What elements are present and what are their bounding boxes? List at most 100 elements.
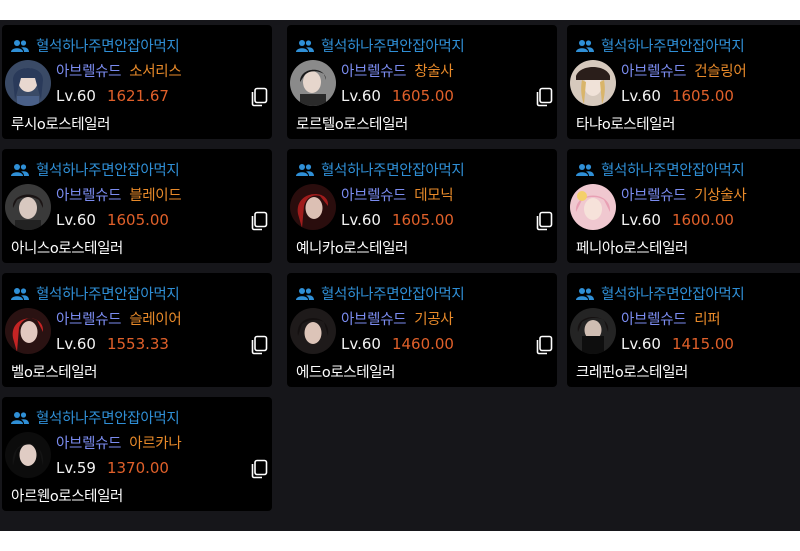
class-name: 슬레이어: [129, 312, 182, 328]
guild-name: 혈석하나주면안잡아먹지: [321, 163, 465, 179]
item-level: 1621.67: [106, 87, 169, 105]
character-list-panel: 혈석하나주면안잡아먹지 아브렐슈드 소서리스 Lv.60 1621.67 루시o로스…: [0, 20, 800, 531]
guild-line: 혈석하나주면안잡아먹지: [576, 283, 745, 304]
class-name: 데모닉: [414, 188, 454, 204]
server-name: 아브렐슈드: [621, 64, 687, 80]
people-icon: [296, 287, 314, 300]
class-name: 기공사: [414, 312, 454, 328]
people-icon: [576, 39, 594, 52]
guild-line: 혈석하나주면안잡아먹지: [11, 159, 180, 180]
class-name: 건슬링어: [694, 64, 747, 80]
character-card[interactable]: 혈석하나주면안잡아먹지 아브렐슈드 블레이드 Lv.60 1605.00 아니스o로…: [2, 149, 272, 263]
character-level: Lv.60: [56, 335, 96, 353]
character-card[interactable]: 혈석하나주면안잡아먹지 아브렐슈드 기공사 Lv.60 1460.00 에드o로스테…: [287, 273, 557, 387]
character-avatar: [5, 308, 51, 354]
class-name: 리퍼: [694, 312, 721, 328]
item-level: 1605.00: [391, 211, 454, 229]
character-level: Lv.60: [621, 211, 661, 229]
character-name: 크레핀o로스테일러: [576, 365, 688, 381]
guild-name: 혈석하나주면안잡아먹지: [601, 39, 745, 55]
class-name: 소서리스: [129, 64, 182, 80]
character-card[interactable]: 혈석하나주면안잡아먹지 아브렐슈드 기상술사 Lv.60 1600.00 페니아o로…: [567, 149, 800, 263]
guild-name: 혈석하나주면안잡아먹지: [36, 163, 180, 179]
guild-name: 혈석하나주면안잡아먹지: [36, 39, 180, 55]
people-icon: [11, 39, 29, 52]
item-level: 1553.33: [106, 335, 169, 353]
people-icon: [576, 287, 594, 300]
guild-line: 혈석하나주면안잡아먹지: [576, 35, 745, 56]
copy-icon[interactable]: [535, 87, 553, 107]
character-avatar: [570, 60, 616, 106]
character-level: Lv.60: [56, 211, 96, 229]
guild-line: 혈석하나주면안잡아먹지: [296, 35, 465, 56]
server-name: 아브렐슈드: [56, 436, 122, 452]
people-icon: [11, 411, 29, 424]
copy-icon[interactable]: [535, 211, 553, 231]
server-name: 아브렐슈드: [341, 312, 407, 328]
item-level: 1600.00: [671, 211, 734, 229]
character-name: 페니아o로스테일러: [576, 241, 688, 257]
character-card[interactable]: 혈석하나주면안잡아먹지 아브렐슈드 창술사 Lv.60 1605.00 로르텔o로스…: [287, 25, 557, 139]
character-avatar: [290, 184, 336, 230]
class-name: 아르카나: [129, 436, 182, 452]
server-name: 아브렐슈드: [341, 64, 407, 80]
class-name: 기상술사: [694, 188, 747, 204]
character-card[interactable]: 혈석하나주면안잡아먹지 아브렐슈드 아르카나 Lv.59 1370.00 아르웬o로…: [2, 397, 272, 511]
people-icon: [296, 39, 314, 52]
character-avatar: [290, 60, 336, 106]
character-card[interactable]: 혈석하나주면안잡아먹지 아브렐슈드 소서리스 Lv.60 1621.67 루시o로스…: [2, 25, 272, 139]
character-avatar: [5, 432, 51, 478]
character-level: Lv.60: [621, 335, 661, 353]
guild-line: 혈석하나주면안잡아먹지: [296, 159, 465, 180]
guild-line: 혈석하나주면안잡아먹지: [11, 35, 180, 56]
guild-line: 혈석하나주면안잡아먹지: [296, 283, 465, 304]
character-avatar: [570, 184, 616, 230]
character-card[interactable]: 혈석하나주면안잡아먹지 아브렐슈드 건슬링어 Lv.60 1605.00 타냐o로스…: [567, 25, 800, 139]
people-icon: [576, 163, 594, 176]
guild-name: 혈석하나주면안잡아먹지: [321, 287, 465, 303]
character-avatar: [570, 308, 616, 354]
server-name: 아브렐슈드: [621, 188, 687, 204]
character-name: 타냐o로스테일러: [576, 117, 676, 133]
character-name: 예니카o로스테일러: [296, 241, 408, 257]
guild-line: 혈석하나주면안잡아먹지: [11, 407, 180, 428]
item-level: 1605.00: [106, 211, 169, 229]
item-level: 1605.00: [391, 87, 454, 105]
copy-icon[interactable]: [250, 335, 268, 355]
character-name: 벨o로스테일러: [11, 365, 98, 381]
class-name: 블레이드: [129, 188, 182, 204]
character-avatar: [5, 60, 51, 106]
character-card[interactable]: 혈석하나주면안잡아먹지 아브렐슈드 슬레이어 Lv.60 1553.33 벨o로스테…: [2, 273, 272, 387]
character-avatar: [290, 308, 336, 354]
class-name: 창술사: [414, 64, 454, 80]
character-level: Lv.60: [341, 335, 381, 353]
copy-icon[interactable]: [250, 87, 268, 107]
guild-name: 혈석하나주면안잡아먹지: [601, 163, 745, 179]
character-card[interactable]: 혈석하나주면안잡아먹지 아브렐슈드 리퍼 Lv.60 1415.00 크레핀o로스테…: [567, 273, 800, 387]
character-level: Lv.59: [56, 459, 96, 477]
character-name: 아니스o로스테일러: [11, 241, 123, 257]
character-name: 아르웬o로스테일러: [11, 489, 123, 505]
server-name: 아브렐슈드: [56, 188, 122, 204]
character-level: Lv.60: [341, 87, 381, 105]
character-level: Lv.60: [56, 87, 96, 105]
character-card[interactable]: 혈석하나주면안잡아먹지 아브렐슈드 데모닉 Lv.60 1605.00 예니카o로스…: [287, 149, 557, 263]
item-level: 1460.00: [391, 335, 454, 353]
guild-name: 혈석하나주면안잡아먹지: [36, 287, 180, 303]
people-icon: [11, 287, 29, 300]
copy-icon[interactable]: [535, 335, 553, 355]
guild-line: 혈석하나주면안잡아먹지: [11, 283, 180, 304]
people-icon: [296, 163, 314, 176]
character-level: Lv.60: [341, 211, 381, 229]
copy-icon[interactable]: [250, 459, 268, 479]
server-name: 아브렐슈드: [341, 188, 407, 204]
server-name: 아브렐슈드: [56, 64, 122, 80]
character-name: 에드o로스테일러: [296, 365, 396, 381]
item-level: 1415.00: [671, 335, 734, 353]
guild-line: 혈석하나주면안잡아먹지: [576, 159, 745, 180]
server-name: 아브렐슈드: [56, 312, 122, 328]
item-level: 1605.00: [671, 87, 734, 105]
character-name: 루시o로스테일러: [11, 117, 111, 133]
copy-icon[interactable]: [250, 211, 268, 231]
character-avatar: [5, 184, 51, 230]
